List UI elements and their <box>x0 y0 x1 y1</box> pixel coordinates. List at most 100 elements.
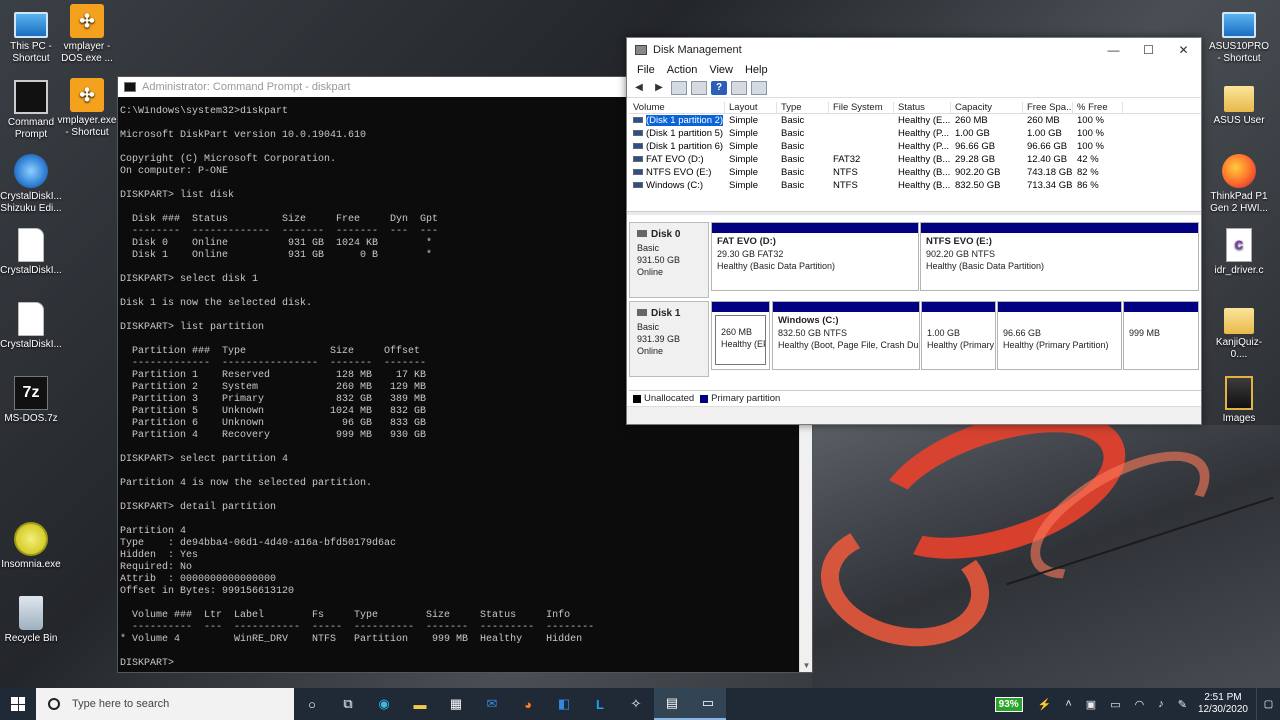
insomnia-icon <box>14 522 48 556</box>
desktop-icon-kanjiquiz[interactable]: KanjiQuiz-0.... <box>1208 302 1270 361</box>
cortana-icon[interactable]: ○ <box>294 688 330 720</box>
col-header-percent-free[interactable]: % Free <box>1073 101 1123 113</box>
volume-cell-status: Healthy (B... <box>898 180 951 191</box>
minimize-button[interactable]: — <box>1096 43 1131 57</box>
cleanup-icon[interactable]: ✧ <box>618 688 654 720</box>
pane-splitter[interactable] <box>627 211 1201 215</box>
console-line: Offset in Bytes: 999156613120 <box>120 586 295 597</box>
partition-block[interactable]: 96.66 GB Healthy (Primary Partition) <box>997 301 1122 370</box>
outlook-icon[interactable]: ◧ <box>546 688 582 720</box>
partition-status: Healthy (Primary <box>927 340 995 350</box>
volume-cell-capacity: 902.20 GB <box>955 167 1001 178</box>
show-hide-pane-icon[interactable] <box>731 80 747 95</box>
volume-cell: (Disk 1 partition 5) <box>629 128 725 139</box>
firefox-icon[interactable]: ◕ <box>510 688 546 720</box>
close-button[interactable]: ✕ <box>1166 43 1201 57</box>
col-header-free-space[interactable]: Free Spa... <box>1023 101 1073 113</box>
volume-row[interactable]: Windows (C:) Simple Basic NTFS Healthy (B...… <box>629 179 1201 192</box>
partition-block[interactable]: 1.00 GB Healthy (Primary <box>921 301 996 370</box>
help-icon[interactable]: ? <box>711 80 727 95</box>
col-header-layout[interactable]: Layout <box>725 101 777 113</box>
notifications-icon[interactable]: ▢ <box>1256 688 1280 720</box>
mail-icon[interactable]: ✉ <box>474 688 510 720</box>
menu-action[interactable]: Action <box>667 64 698 76</box>
primary-partition-bar <box>1124 302 1198 312</box>
file-explorer-icon[interactable]: ▬ <box>402 688 438 720</box>
desktop-icon-images[interactable]: Images <box>1208 376 1270 425</box>
desktop-icon-idr-driver[interactable]: c idr_driver.c <box>1208 228 1270 277</box>
view-options-icon[interactable] <box>751 80 767 95</box>
primary-partition-bar <box>712 223 918 233</box>
edge-icon[interactable]: ◉ <box>366 688 402 720</box>
volume-icon[interactable]: ♪ <box>1158 698 1164 710</box>
volume-cell-fs: NTFS <box>833 167 858 178</box>
desktop-icon-thinkpad[interactable]: ThinkPad P1 Gen 2 HWI... <box>1208 154 1270 215</box>
desktop-icon-crystaldisk-1[interactable]: CrystalDiskI... <box>0 228 62 277</box>
col-header-status[interactable]: Status <box>894 101 951 113</box>
dm-title-bar[interactable]: Disk Management — ☐ ✕ <box>627 38 1201 62</box>
menu-help[interactable]: Help <box>745 64 768 76</box>
console-tree-icon[interactable] <box>671 80 687 95</box>
volume-row[interactable]: (Disk 1 partition 5) Simple Basic Healthy (… <box>629 127 1201 140</box>
task-view-icon[interactable]: ⧉ <box>330 688 366 720</box>
forward-arrow-icon[interactable]: ▶ <box>651 81 667 95</box>
store-icon[interactable]: ▦ <box>438 688 474 720</box>
col-header-type[interactable]: Type <box>777 101 829 113</box>
col-header-file-system[interactable]: File System <box>829 101 894 113</box>
properties-icon[interactable] <box>691 80 707 95</box>
desktop-icon-crystaldisk-2[interactable]: CrystalDiskI... <box>0 302 62 351</box>
partition-block[interactable]: 999 MB <box>1123 301 1199 370</box>
disk-management-window[interactable]: Disk Management — ☐ ✕ File Action View H… <box>626 37 1202 425</box>
tray-app-icon[interactable]: ▣ <box>1086 698 1096 711</box>
chevron-up-icon[interactable]: ˄ <box>1065 698 1071 710</box>
battery-percent[interactable]: 93% <box>994 696 1023 712</box>
desktop-icon-this-pc[interactable]: This PC - Shortcut <box>0 6 62 65</box>
clock[interactable]: 2:51 PM 12/30/2020 <box>1198 692 1248 716</box>
volume-cell-capacity: 96.66 GB <box>955 141 996 152</box>
l-app-icon[interactable]: L <box>582 688 618 720</box>
7zip-archive-icon: 7z <box>14 376 48 410</box>
command-prompt-taskbar-icon[interactable]: ▭ <box>690 688 726 720</box>
col-header-volume[interactable]: Volume <box>629 101 725 113</box>
disk-state: Online <box>637 346 664 356</box>
battery-icon[interactable]: ▭ <box>1110 698 1120 711</box>
desktop-icon-vmplayer-dos[interactable]: ✣ vmplayer - DOS.exe ... <box>56 4 118 65</box>
desktop-icon-insomnia[interactable]: Insomnia.exe <box>0 522 62 571</box>
volume-row[interactable]: (Disk 1 partition 6) Simple Basic Healthy (… <box>629 140 1201 153</box>
start-button[interactable] <box>0 688 36 720</box>
volume-row[interactable]: (Disk 1 partition 2) Simple Basic Healthy (… <box>629 114 1201 127</box>
scroll-down-arrow-icon[interactable]: ▼ <box>800 661 813 670</box>
desktop-icon-asus10pro[interactable]: ASUS10PRO - Shortcut <box>1208 6 1270 65</box>
pen-icon[interactable]: ✎ <box>1178 698 1187 711</box>
disk-name: Disk 1 <box>651 308 681 319</box>
desktop-icon-crystaldisk-shizuku[interactable]: CrystalDiskI... Shizuku Edi... <box>0 154 62 215</box>
desktop-icon-recycle-bin[interactable]: Recycle Bin <box>0 596 62 645</box>
partition-block[interactable]: Windows (C:) 832.50 GB NTFS Healthy (Boo… <box>772 301 920 370</box>
disk-0-label[interactable]: Disk 0 Basic 931.50 GB Online <box>629 222 709 298</box>
menu-view[interactable]: View <box>709 64 733 76</box>
partition-block[interactable]: FAT EVO (D:) 29.30 GB FAT32 Healthy (Bas… <box>711 222 919 291</box>
desktop-icon-msdos-7z[interactable]: 7z MS-DOS.7z <box>0 376 62 425</box>
volume-name: (Disk 1 partition 5) <box>646 128 724 139</box>
taskbar-search-box[interactable]: Type here to search <box>36 688 294 720</box>
partition-block[interactable]: NTFS EVO (E:) 902.20 GB NTFS Healthy (Ba… <box>920 222 1199 291</box>
power-plug-icon[interactable]: ⚡ <box>1038 698 1052 711</box>
back-arrow-icon[interactable]: ◀ <box>631 81 647 95</box>
desktop-icon-command-prompt[interactable]: Command Prompt <box>0 80 62 141</box>
disk-1-label[interactable]: Disk 1 Basic 931.39 GB Online <box>629 301 709 377</box>
col-header-capacity[interactable]: Capacity <box>951 101 1023 113</box>
menu-file[interactable]: File <box>637 64 655 76</box>
volume-row[interactable]: FAT EVO (D:) Simple Basic FAT32 Healthy (B..… <box>629 153 1201 166</box>
maximize-button[interactable]: ☐ <box>1131 43 1166 57</box>
disk-management-taskbar-icon[interactable]: ▤ <box>654 688 690 720</box>
desktop-icon-asus-user[interactable]: ASUS User <box>1208 80 1270 127</box>
console-line: Partition 4 is now the selected partitio… <box>120 478 373 489</box>
volume-row[interactable]: NTFS EVO (E:) Simple Basic NTFS Healthy (B..… <box>629 166 1201 179</box>
partition-block[interactable]: 260 MB Healthy (EFI <box>711 301 770 370</box>
primary-partition-bar <box>998 302 1121 312</box>
desktop-icon-label: vmplayer.exe - Shortcut <box>57 115 117 138</box>
volume-cell-free: 260 MB <box>1027 115 1060 126</box>
wifi-icon[interactable]: ◠ <box>1135 698 1145 711</box>
desktop-icon-vmplayer[interactable]: ✣ vmplayer.exe - Shortcut <box>56 78 118 139</box>
